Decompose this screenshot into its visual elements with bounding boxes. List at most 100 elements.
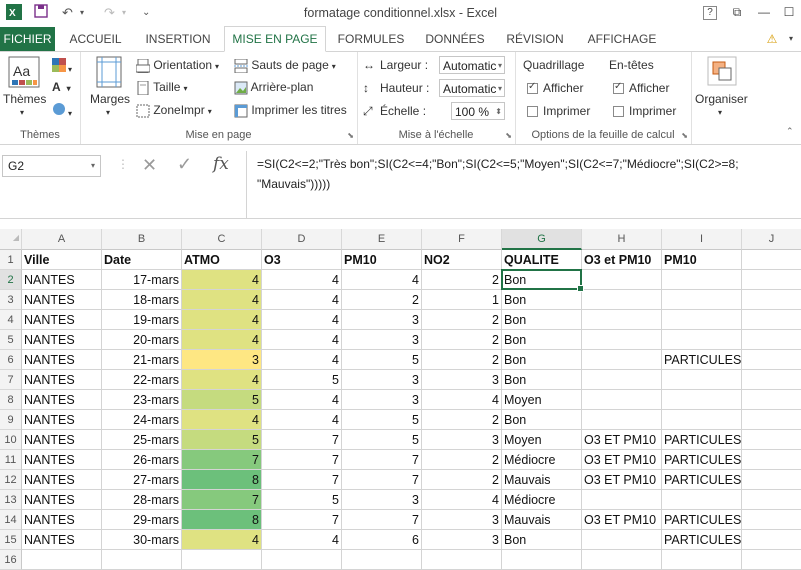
insert-function-icon[interactable]: fx: [213, 154, 229, 174]
cell-e14[interactable]: 7: [342, 510, 422, 530]
cell-j15[interactable]: [742, 530, 801, 550]
cell-j10[interactable]: [742, 430, 801, 450]
row-header-4[interactable]: 4: [0, 310, 22, 330]
cell-c5[interactable]: 4: [182, 330, 262, 350]
cell-c2[interactable]: 4: [182, 270, 262, 290]
cell-e7[interactable]: 3: [342, 370, 422, 390]
cell-d8[interactable]: 4: [262, 390, 342, 410]
tab-revision[interactable]: RÉVISION: [500, 27, 570, 51]
row-header-2[interactable]: 2: [0, 270, 22, 290]
row-header-12[interactable]: 12: [0, 470, 22, 490]
arrange-icon[interactable]: [707, 56, 737, 89]
cell-f8[interactable]: 4: [422, 390, 502, 410]
column-header-h[interactable]: H: [582, 229, 662, 250]
cell-h16[interactable]: [582, 550, 662, 570]
cell-h14[interactable]: O3 ET PM10: [582, 510, 662, 530]
tab-insertion[interactable]: INSERTION: [138, 27, 218, 51]
cell-i16[interactable]: [662, 550, 742, 570]
tab-formules[interactable]: FORMULES: [333, 27, 409, 51]
cell-i2[interactable]: [662, 270, 742, 290]
cell-g14[interactable]: Mauvais: [502, 510, 582, 530]
cell-j9[interactable]: [742, 410, 801, 430]
cell-h11[interactable]: O3 ET PM10: [582, 450, 662, 470]
cell-a8[interactable]: NANTES: [22, 390, 102, 410]
row-header-8[interactable]: 8: [0, 390, 22, 410]
name-box[interactable]: G2 ▾: [2, 155, 101, 177]
cell-d1[interactable]: O3: [262, 250, 342, 270]
orientation-button[interactable]: Orientation ▾: [136, 58, 219, 73]
cell-j6[interactable]: [742, 350, 801, 370]
cell-f4[interactable]: 2: [422, 310, 502, 330]
cell-d12[interactable]: 7: [262, 470, 342, 490]
row-header-11[interactable]: 11: [0, 450, 22, 470]
row-header-10[interactable]: 10: [0, 430, 22, 450]
width-select[interactable]: Automatic ▾: [439, 56, 505, 74]
cell-f12[interactable]: 2: [422, 470, 502, 490]
cell-i8[interactable]: [662, 390, 742, 410]
cell-g5[interactable]: Bon: [502, 330, 582, 350]
cell-h7[interactable]: [582, 370, 662, 390]
column-header-f[interactable]: F: [422, 229, 502, 250]
cell-i9[interactable]: [662, 410, 742, 430]
cell-g11[interactable]: Médiocre: [502, 450, 582, 470]
cell-c8[interactable]: 5: [182, 390, 262, 410]
cell-c7[interactable]: 4: [182, 370, 262, 390]
cell-e15[interactable]: 6: [342, 530, 422, 550]
name-box-dropdown-icon[interactable]: ▾: [91, 156, 95, 176]
cell-d15[interactable]: 4: [262, 530, 342, 550]
ribbon-display-icon[interactable]: ⧉: [727, 3, 747, 21]
cancel-icon[interactable]: ✕: [142, 155, 157, 176]
cell-c13[interactable]: 7: [182, 490, 262, 510]
warning-icon[interactable]: ⚠: [762, 27, 782, 51]
headings-view-checkbox[interactable]: Afficher: [613, 81, 669, 95]
cell-d11[interactable]: 7: [262, 450, 342, 470]
cell-f7[interactable]: 3: [422, 370, 502, 390]
cell-e10[interactable]: 5: [342, 430, 422, 450]
cell-f9[interactable]: 2: [422, 410, 502, 430]
cell-b12[interactable]: 27-mars: [102, 470, 182, 490]
cell-a4[interactable]: NANTES: [22, 310, 102, 330]
echelle-launcher-icon[interactable]: ⬊: [505, 131, 512, 140]
themes-dropdown-icon[interactable]: ▾: [20, 108, 24, 117]
effects-icon[interactable]: ▾: [52, 102, 72, 119]
cell-h9[interactable]: [582, 410, 662, 430]
cell-f16[interactable]: [422, 550, 502, 570]
arrange-dropdown-icon[interactable]: ▾: [718, 108, 722, 117]
cell-j11[interactable]: [742, 450, 801, 470]
formula-input[interactable]: =SI(C2<=2;"Très bon";SI(C2<=4;"Bon";SI(C…: [246, 151, 801, 218]
collapse-ribbon-icon[interactable]: ⌃: [786, 126, 794, 137]
mise-en-page-launcher-icon[interactable]: ⬊: [347, 131, 354, 140]
cell-j12[interactable]: [742, 470, 801, 490]
cell-b10[interactable]: 25-mars: [102, 430, 182, 450]
cell-c12[interactable]: 8: [182, 470, 262, 490]
cell-i7[interactable]: [662, 370, 742, 390]
cell-g13[interactable]: Médiocre: [502, 490, 582, 510]
column-header-i[interactable]: I: [662, 229, 742, 250]
cell-b13[interactable]: 28-mars: [102, 490, 182, 510]
cell-h1[interactable]: O3 et PM10: [582, 250, 662, 270]
cell-i14[interactable]: PARTICULES: [662, 510, 742, 530]
cell-a6[interactable]: NANTES: [22, 350, 102, 370]
cell-g10[interactable]: Moyen: [502, 430, 582, 450]
cell-g4[interactable]: Bon: [502, 310, 582, 330]
cell-e16[interactable]: [342, 550, 422, 570]
cell-h5[interactable]: [582, 330, 662, 350]
select-all-corner[interactable]: ◢: [0, 229, 22, 250]
cell-i6[interactable]: PARTICULES: [662, 350, 742, 370]
row-header-15[interactable]: 15: [0, 530, 22, 550]
cell-f15[interactable]: 3: [422, 530, 502, 550]
gridlines-view-checkbox[interactable]: Afficher: [527, 81, 583, 95]
cell-g2[interactable]: Bon: [502, 270, 582, 290]
width-dropdown-icon[interactable]: ▾: [498, 57, 502, 75]
row-header-9[interactable]: 9: [0, 410, 22, 430]
cell-j13[interactable]: [742, 490, 801, 510]
row-header-14[interactable]: 14: [0, 510, 22, 530]
cell-c14[interactable]: 8: [182, 510, 262, 530]
tab-fichier[interactable]: FICHIER: [0, 27, 55, 51]
scale-spinner-icon[interactable]: ⬍: [495, 103, 502, 121]
height-dropdown-icon[interactable]: ▾: [498, 80, 502, 98]
cell-b4[interactable]: 19-mars: [102, 310, 182, 330]
cell-e12[interactable]: 7: [342, 470, 422, 490]
themes-icon[interactable]: Aa: [8, 56, 40, 91]
tab-mise-en-page[interactable]: MISE EN PAGE: [224, 26, 326, 52]
